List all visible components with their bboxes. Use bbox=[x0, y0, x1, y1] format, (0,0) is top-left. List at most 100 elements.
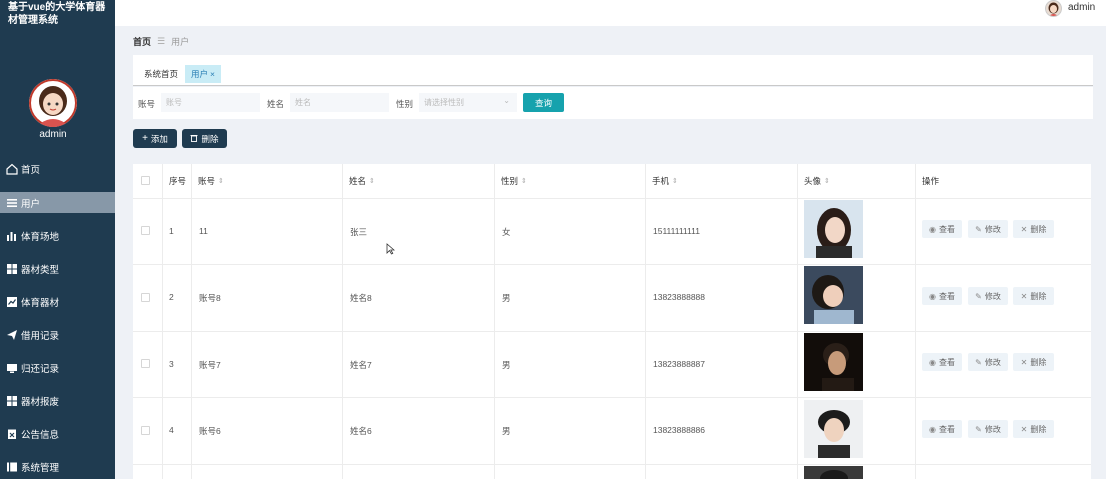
sort-icon[interactable]: ⇕ bbox=[521, 177, 527, 185]
sidebar-item-label: 归还记录 bbox=[21, 363, 60, 375]
search-panel: 账号 账号 姓名 姓名 性别 请选择性别 ⌄ 查询 bbox=[133, 87, 1093, 119]
breadcrumb: 首页 ☰ 用户 bbox=[133, 35, 189, 48]
sidebar-item-equipment-types[interactable]: 器材类型 bbox=[0, 258, 115, 279]
header-name[interactable]: 姓名 ⇕ bbox=[349, 164, 375, 198]
cell-account: 账号7 bbox=[199, 360, 221, 370]
view-button[interactable]: ◉ 查看 bbox=[922, 287, 962, 305]
add-button[interactable]: + 添加 bbox=[133, 129, 177, 148]
delete-label: 删除 bbox=[1030, 424, 1047, 434]
header-phone[interactable]: 手机 ⇕ bbox=[652, 164, 678, 198]
gender-label: 性别 bbox=[396, 99, 414, 109]
cell-phone: 13823888886 bbox=[653, 425, 706, 435]
eye-icon: ◉ bbox=[929, 224, 936, 234]
edit-button[interactable]: ✎ 修改 bbox=[968, 353, 1008, 371]
app-title: 基于vue的大学体育器材管理系统 bbox=[8, 2, 106, 26]
row-checkbox[interactable] bbox=[141, 426, 150, 435]
list-icon bbox=[6, 197, 18, 209]
add-button-label: 添加 bbox=[150, 133, 168, 144]
view-button[interactable]: ◉ 查看 bbox=[922, 420, 962, 438]
sidebar-item-home[interactable]: 首页 bbox=[0, 158, 115, 179]
trash-icon bbox=[190, 134, 198, 144]
view-label: 查看 bbox=[938, 291, 955, 301]
header-account[interactable]: 账号 ⇕ bbox=[198, 164, 224, 198]
edit-icon: ✎ bbox=[975, 424, 982, 434]
edit-label: 修改 bbox=[984, 357, 1001, 367]
sidebar-item-notices[interactable]: 公告信息 bbox=[0, 423, 115, 444]
header-gender[interactable]: 性别 ⇕ bbox=[501, 164, 527, 198]
query-button[interactable]: 查询 bbox=[523, 93, 564, 112]
sidebar-item-users[interactable]: 用户 bbox=[0, 192, 115, 213]
sidebar-item-label: 公告信息 bbox=[21, 429, 60, 441]
edit-button[interactable]: ✎ 修改 bbox=[968, 220, 1008, 238]
close-icon: ✕ bbox=[1020, 224, 1028, 234]
delete-button[interactable]: ✕ 删除 bbox=[1013, 420, 1054, 438]
sidebar-item-equipment[interactable]: 体育器材 bbox=[0, 291, 115, 312]
header-avatar[interactable] bbox=[1045, 0, 1062, 17]
cell-account: 账号6 bbox=[199, 426, 221, 436]
header-avatar-label: 头像 bbox=[804, 176, 822, 186]
user-photo bbox=[804, 333, 863, 391]
edit-button[interactable]: ✎ 修改 bbox=[968, 420, 1008, 438]
tab-users[interactable]: 用户 × bbox=[185, 65, 221, 83]
gender-select-placeholder: 请选择性别 bbox=[424, 98, 464, 107]
sidebar-item-venues[interactable]: 体育场地 bbox=[0, 225, 115, 246]
tab-dashboard[interactable]: 系统首页 bbox=[138, 65, 184, 83]
delete-button[interactable]: ✕ 删除 bbox=[1013, 220, 1054, 238]
row-checkbox[interactable] bbox=[141, 226, 150, 235]
sort-icon[interactable]: ⇕ bbox=[218, 177, 224, 185]
sort-icon[interactable]: ⇕ bbox=[369, 177, 375, 185]
cell-gender: 男 bbox=[502, 293, 511, 303]
row-checkbox[interactable] bbox=[141, 359, 150, 368]
header-avatar[interactable]: 头像 ⇕ bbox=[804, 164, 830, 198]
delete-button[interactable]: ✕ 删除 bbox=[1013, 287, 1054, 305]
row-divider bbox=[133, 198, 1091, 199]
sidebar-item-label: 体育场地 bbox=[21, 231, 60, 243]
sidebar-item-system[interactable]: 系统管理 bbox=[0, 456, 115, 477]
name-input[interactable]: 姓名 bbox=[290, 93, 389, 112]
paper-plane-icon bbox=[6, 329, 18, 341]
plus-icon: + bbox=[142, 133, 148, 144]
sort-icon[interactable]: ⇕ bbox=[672, 177, 678, 185]
close-icon[interactable]: × bbox=[210, 69, 215, 79]
cell-gender: 男 bbox=[502, 426, 511, 436]
sidebar-item-borrow-records[interactable]: 借用记录 bbox=[0, 324, 115, 345]
sidebar-item-return-records[interactable]: 归还记录 bbox=[0, 357, 115, 378]
breadcrumb-home[interactable]: 首页 bbox=[133, 35, 151, 48]
line-chart-icon bbox=[6, 296, 18, 308]
sidebar-item-scrap[interactable]: 器材报废 bbox=[0, 390, 115, 411]
column-divider bbox=[162, 164, 163, 479]
sidebar-item-label: 借用记录 bbox=[21, 330, 60, 342]
header-ops-label: 操作 bbox=[922, 176, 940, 186]
top-header: admin bbox=[115, 0, 1106, 26]
edit-icon: ✎ bbox=[975, 357, 982, 367]
user-photo bbox=[804, 200, 863, 258]
edit-icon: ✎ bbox=[975, 224, 982, 234]
cell-account: 11 bbox=[199, 226, 208, 236]
breadcrumb-separator-icon: ☰ bbox=[157, 36, 166, 46]
header-account-label: 账号 bbox=[198, 176, 216, 186]
column-divider bbox=[797, 164, 798, 479]
edit-button[interactable]: ✎ 修改 bbox=[968, 287, 1008, 305]
header-gender-label: 性别 bbox=[501, 176, 519, 186]
header-name-label: 姓名 bbox=[349, 176, 367, 186]
avatar[interactable] bbox=[29, 79, 77, 127]
bulk-delete-button[interactable]: 删除 bbox=[182, 129, 227, 148]
select-all-checkbox[interactable] bbox=[141, 176, 150, 185]
grid-icon bbox=[6, 395, 18, 407]
cell-name: 姓名8 bbox=[350, 293, 372, 303]
account-input[interactable]: 账号 bbox=[161, 93, 260, 112]
delete-button[interactable]: ✕ 删除 bbox=[1013, 353, 1054, 371]
eye-icon: ◉ bbox=[929, 357, 936, 367]
header-username[interactable]: admin bbox=[1068, 2, 1095, 13]
sidebar-item-label: 体育器材 bbox=[21, 297, 60, 309]
sort-icon[interactable]: ⇕ bbox=[824, 177, 830, 185]
view-button[interactable]: ◉ 查看 bbox=[922, 220, 962, 238]
column-divider bbox=[342, 164, 343, 479]
gender-select[interactable]: 请选择性别 ⌄ bbox=[419, 93, 517, 112]
cell-index: 4 bbox=[169, 425, 174, 435]
row-checkbox[interactable] bbox=[141, 293, 150, 302]
view-button[interactable]: ◉ 查看 bbox=[922, 353, 962, 371]
cell-phone: 13823888888 bbox=[653, 292, 706, 302]
cell-gender: 女 bbox=[502, 227, 511, 237]
view-label: 查看 bbox=[938, 357, 955, 367]
